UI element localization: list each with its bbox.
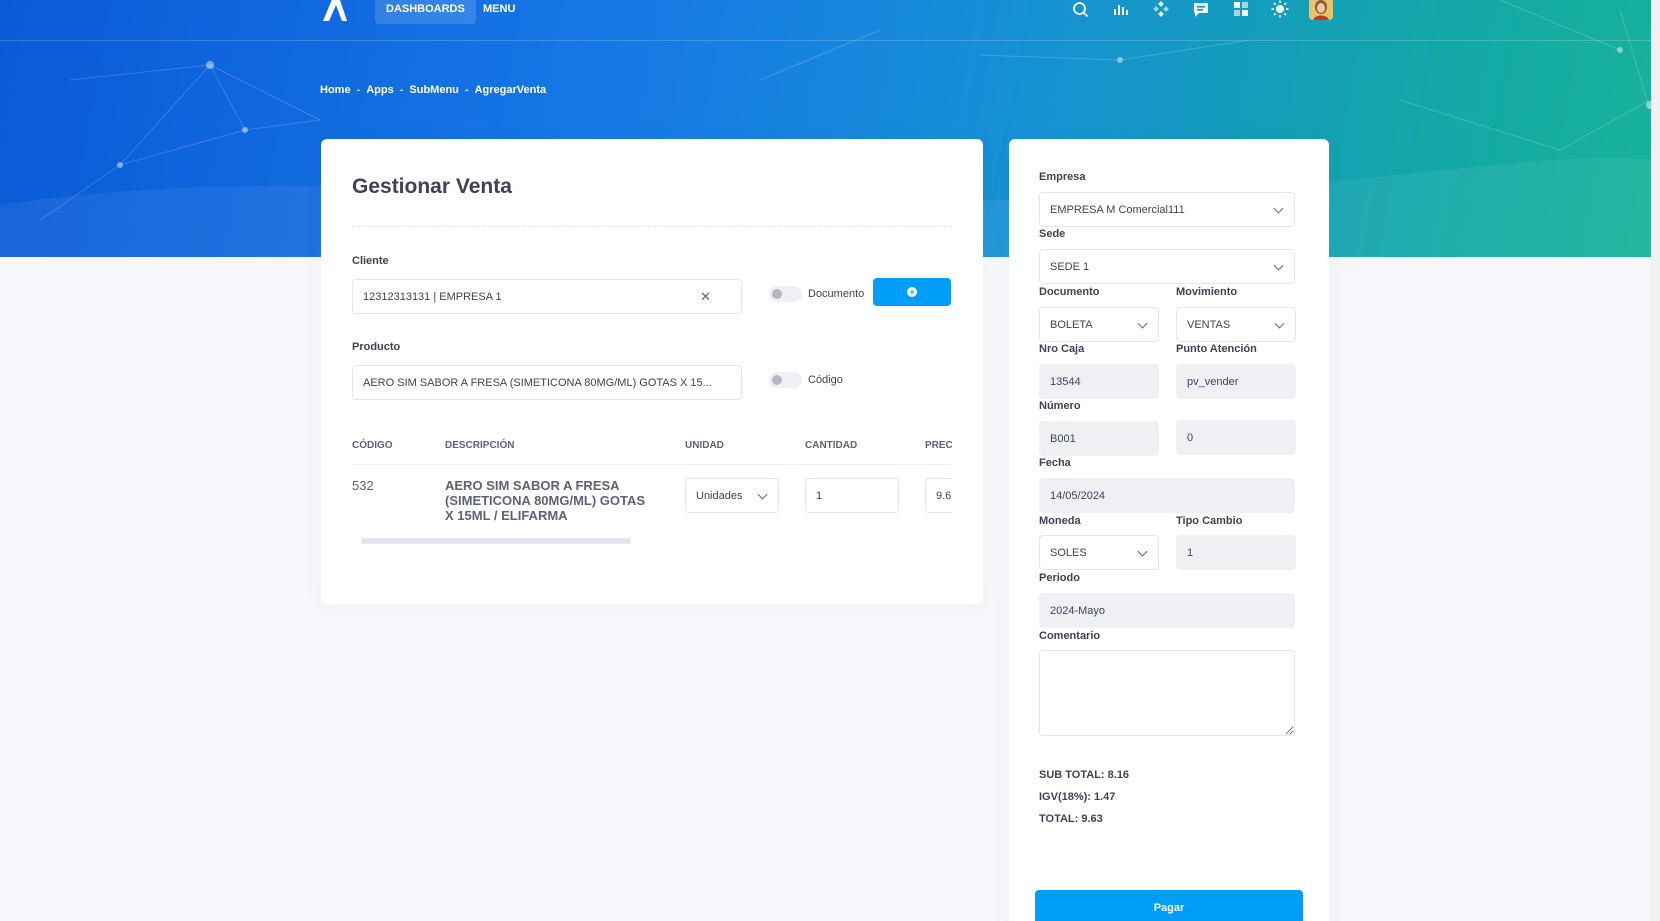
unidad-value: Unidades — [696, 489, 743, 502]
movimiento-value: VENTAS — [1187, 318, 1231, 331]
breadcrumb-separator: - — [399, 84, 404, 96]
breadcrumb-submenu[interactable]: SubMenu — [409, 84, 459, 96]
grid-icon[interactable] — [1231, 0, 1251, 20]
nav-menu[interactable]: MENU — [472, 0, 526, 24]
top-navbar: DASHBOARDS MENU — [0, 0, 1660, 41]
periodo-label: Periodo — [1039, 572, 1080, 584]
cliente-select[interactable]: 12312313131 | EMPRESA 1 ✕ — [352, 279, 742, 314]
apps-icon[interactable] — [1151, 0, 1171, 20]
total-text: TOTAL: 9.63 — [1039, 813, 1103, 825]
row-codigo: 532 — [352, 478, 374, 493]
search-icon[interactable] — [1071, 0, 1091, 20]
nro-caja-label: Nro Caja — [1039, 343, 1085, 355]
breadcrumb-separator: - — [356, 84, 361, 96]
correlativo-value: 0 — [1187, 431, 1194, 444]
col-header-precio: PREC — [925, 440, 952, 451]
nav-dashboards[interactable]: DASHBOARDS — [375, 0, 476, 24]
empresa-value: EMPRESA M Comercial111 — [1050, 203, 1185, 216]
breadcrumb-current: AgregarVenta — [474, 84, 547, 96]
chevron-down-icon — [1137, 318, 1148, 329]
documento-label: Documento — [1039, 286, 1100, 298]
precio-value: 9.6 — [936, 489, 952, 502]
empresa-select[interactable]: EMPRESA M Comercial111 — [1039, 192, 1295, 227]
codigo-toggle[interactable] — [769, 372, 802, 388]
clear-icon[interactable]: ✕ — [700, 289, 711, 305]
add-client-button[interactable]: + — [873, 278, 951, 306]
precio-input[interactable]: 9.6 — [925, 478, 952, 513]
producto-select[interactable]: AERO SIM SABOR A FRESA (SIMETICONA 80MG/… — [352, 365, 742, 400]
col-header-descripcion: DESCRIPCIÓN — [445, 440, 515, 451]
moneda-select[interactable]: SOLES — [1039, 535, 1159, 570]
cliente-value: 12312313131 | EMPRESA 1 — [363, 290, 502, 303]
col-header-codigo: CÓDIGO — [352, 440, 393, 451]
serie-value: B001 — [1050, 432, 1076, 445]
serie-field: B001 — [1039, 421, 1159, 456]
punto-atencion-label: Punto Atención — [1176, 343, 1257, 355]
comentario-textarea[interactable] — [1039, 650, 1295, 736]
numero-label: Número — [1039, 400, 1081, 412]
comentario-label: Comentario — [1039, 630, 1101, 642]
documento-value: BOLETA — [1050, 318, 1093, 331]
sale-form-card: Gestionar Venta Cliente 12312313131 | EM… — [321, 139, 983, 604]
codigo-toggle-label: Código — [808, 374, 843, 386]
cliente-label: Cliente — [352, 255, 389, 267]
movimiento-label: Movimiento — [1176, 286, 1238, 298]
pagar-button[interactable]: Pagar — [1035, 890, 1303, 921]
tipo-cambio-field[interactable]: 1 — [1176, 535, 1296, 570]
tipo-cambio-label: Tipo Cambio — [1176, 515, 1243, 527]
fecha-label: Fecha — [1039, 457, 1071, 469]
producto-label: Producto — [352, 341, 401, 353]
punto-atencion-field: pv_vender — [1176, 364, 1296, 399]
chat-icon[interactable] — [1191, 0, 1211, 20]
sede-select[interactable]: SEDE 1 — [1039, 249, 1295, 284]
periodo-value: 2024-Mayo — [1050, 604, 1106, 617]
breadcrumb-apps[interactable]: Apps — [366, 84, 394, 96]
moneda-label: Moneda — [1039, 515, 1081, 527]
chevron-down-icon — [757, 489, 768, 500]
sede-value: SEDE 1 — [1050, 260, 1090, 273]
theme-icon[interactable] — [1270, 0, 1290, 20]
logo-icon[interactable] — [319, 0, 351, 21]
cantidad-input[interactable]: 1 — [805, 478, 899, 513]
chevron-down-icon — [1274, 318, 1285, 329]
plus-icon: + — [907, 287, 917, 297]
row-descripcion: AERO SIM SABOR A FRESA (SIMETICONA 80MG/… — [445, 478, 646, 523]
user-avatar[interactable] — [1309, 0, 1333, 20]
nro-caja-field: 13544 — [1039, 364, 1159, 399]
chevron-down-icon — [1273, 260, 1284, 271]
chart-icon[interactable] — [1111, 0, 1131, 20]
chevron-down-icon — [1273, 203, 1284, 214]
movimiento-select[interactable]: VENTAS — [1176, 307, 1296, 342]
page-scrollbar[interactable] — [1651, 0, 1660, 921]
fecha-value: 14/05/2024 — [1050, 489, 1106, 502]
unidad-select[interactable]: Unidades — [685, 478, 779, 513]
documento-toggle[interactable] — [769, 286, 802, 302]
nro-caja-value: 13544 — [1050, 375, 1081, 388]
col-header-unidad: UNIDAD — [685, 440, 724, 451]
moneda-value: SOLES — [1050, 546, 1087, 559]
breadcrumb-home[interactable]: Home — [320, 84, 351, 96]
fecha-field[interactable]: 14/05/2024 — [1039, 478, 1295, 513]
sede-label: Sede — [1039, 228, 1066, 240]
table-scrollbar-thumb[interactable] — [361, 538, 631, 544]
punto-atencion-value: pv_vender — [1187, 375, 1239, 388]
documento-select[interactable]: BOLETA — [1039, 307, 1159, 342]
chevron-down-icon — [1137, 546, 1148, 557]
igv-text: IGV(18%): 1.47 — [1039, 791, 1116, 803]
table-header-divider — [352, 464, 952, 465]
correlativo-field: 0 — [1176, 420, 1296, 455]
breadcrumb: Home - Apps - SubMenu - AgregarVenta — [320, 84, 546, 96]
tipo-cambio-value: 1 — [1187, 546, 1194, 559]
col-header-cantidad: CANTIDAD — [805, 440, 858, 451]
documento-toggle-label: Documento — [808, 288, 865, 300]
producto-value: AERO SIM SABOR A FRESA (SIMETICONA 80MG/… — [363, 376, 712, 389]
breadcrumb-separator: - — [464, 84, 469, 96]
title-divider — [352, 226, 952, 227]
sub-total-text: SUB TOTAL: 8.16 — [1039, 769, 1130, 781]
periodo-field[interactable]: 2024-Mayo — [1039, 593, 1295, 628]
sale-details-card: Empresa EMPRESA M Comercial111 Sede SEDE… — [1009, 139, 1329, 921]
page-title: Gestionar Venta — [352, 175, 512, 198]
cantidad-value: 1 — [816, 489, 823, 502]
empresa-label: Empresa — [1039, 171, 1086, 183]
